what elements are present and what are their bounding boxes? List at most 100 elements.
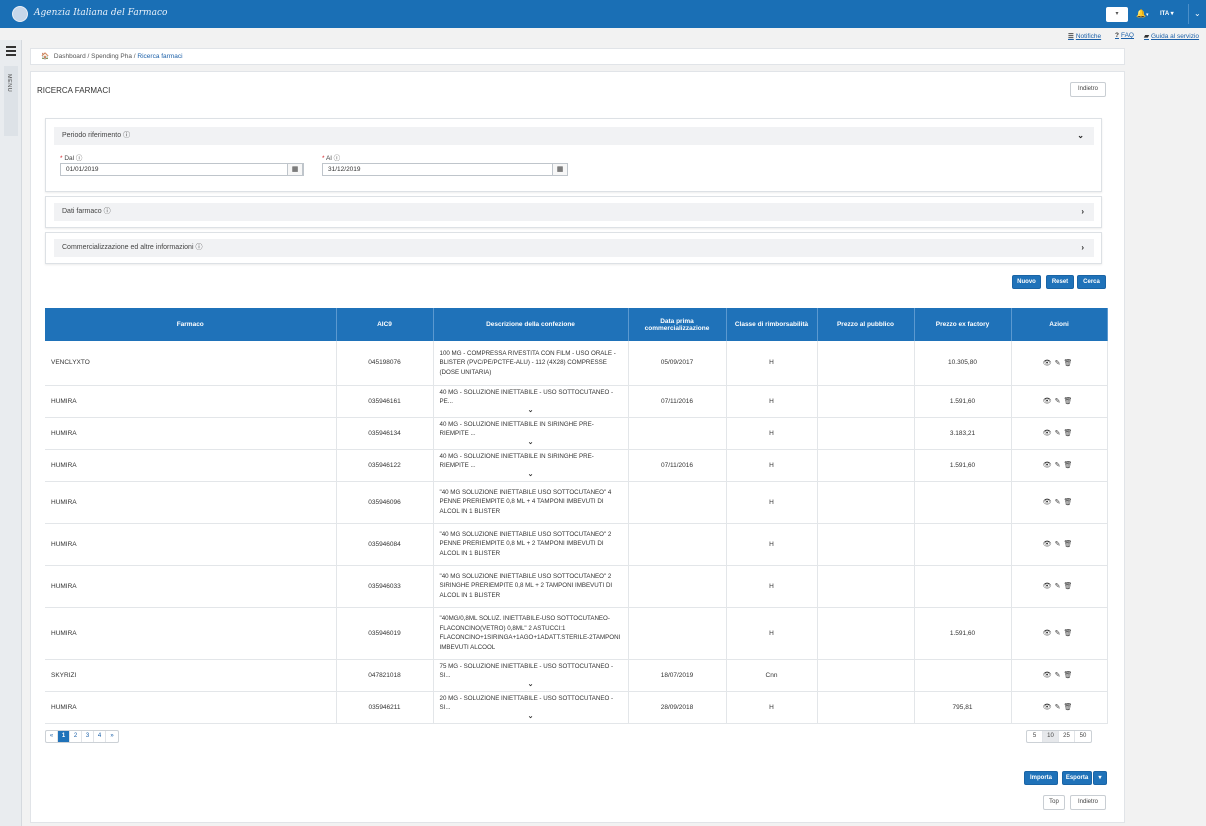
notification-bell-icon[interactable]: 🔔▾ bbox=[1136, 9, 1148, 18]
chevron-right-icon[interactable]: › bbox=[1081, 239, 1084, 257]
table-row: HUMIRA 035946134 40 MG - SOLUZIONE INIET… bbox=[45, 417, 1108, 450]
cell-data: 05/09/2017 bbox=[628, 341, 727, 386]
commercializzazione-header[interactable]: Commercializzazione ed altre informazion… bbox=[54, 239, 1094, 257]
expand-chevron-icon[interactable]: ⌄ bbox=[440, 439, 622, 447]
table-row: HUMIRA 035946019 "40MG/0,8ML SOLUZ. INIE… bbox=[45, 607, 1108, 660]
cell-aic9: 035946019 bbox=[336, 607, 434, 660]
expand-chevron-icon[interactable]: ⌄ bbox=[440, 681, 622, 689]
importa-button[interactable]: Importa bbox=[1024, 771, 1058, 785]
pager-page-3[interactable]: 3 bbox=[82, 731, 94, 742]
calendar-icon[interactable]: ▦ bbox=[287, 163, 303, 176]
language-selector[interactable]: ITA ▾ bbox=[1160, 10, 1174, 17]
nuovo-button[interactable]: Nuovo bbox=[1012, 275, 1041, 289]
dal-date-input[interactable]: 01/01/2019 bbox=[60, 163, 304, 176]
view-icon[interactable]: 👁 bbox=[1043, 583, 1055, 590]
question-icon: ? bbox=[1115, 32, 1119, 39]
view-icon[interactable]: 👁 bbox=[1043, 630, 1055, 637]
cell-farmaco: HUMIRA bbox=[45, 691, 337, 724]
cell-classe: H bbox=[726, 523, 818, 566]
view-icon[interactable]: 👁 bbox=[1043, 704, 1055, 711]
cell-aic9: 035946134 bbox=[336, 417, 434, 450]
view-icon[interactable]: 👁 bbox=[1043, 672, 1055, 679]
col-data[interactable]: Data prima commercializzazione bbox=[628, 308, 727, 341]
chevron-right-icon[interactable]: › bbox=[1081, 203, 1084, 221]
chevron-down-icon[interactable]: ⌄ bbox=[1194, 9, 1201, 18]
page-size-5[interactable]: 5 bbox=[1027, 731, 1043, 742]
col-descrizione[interactable]: Descrizione della confezione bbox=[433, 308, 629, 341]
reset-button[interactable]: Reset bbox=[1046, 275, 1074, 289]
indietro-bottom-button[interactable]: Indietro bbox=[1070, 795, 1106, 810]
table-row: VENCLYXTO 045198076 100 MG - COMPRESSA R… bbox=[45, 341, 1108, 386]
cell-pubblico bbox=[817, 659, 915, 692]
cell-pubblico bbox=[817, 481, 915, 524]
page-size-25[interactable]: 25 bbox=[1059, 731, 1075, 742]
logo-text: Agenzia Italiana del Farmaco bbox=[34, 8, 168, 18]
cell-desc: "40MG/0,8ML SOLUZ. INIETTABILE-USO SOTTO… bbox=[433, 607, 629, 660]
esporta-button[interactable]: Esporta bbox=[1062, 771, 1092, 785]
delete-icon[interactable]: 🗑 bbox=[1063, 499, 1075, 506]
cell-pubblico bbox=[817, 341, 915, 386]
page-size-selector: 5 10 25 50 bbox=[1026, 730, 1092, 743]
notifiche-link[interactable]: ☰ Notifiche bbox=[1068, 32, 1101, 40]
page-size-50[interactable]: 50 bbox=[1075, 731, 1091, 742]
view-icon[interactable]: 👁 bbox=[1043, 430, 1055, 437]
delete-icon[interactable]: 🗑 bbox=[1063, 462, 1075, 469]
pager-page-2[interactable]: 2 bbox=[70, 731, 82, 742]
col-aic9[interactable]: AIC9 bbox=[336, 308, 434, 341]
home-icon[interactable]: 🏠 bbox=[41, 53, 49, 60]
cell-desc: 20 MG - SOLUZIONE INIETTABILE - USO SOTT… bbox=[433, 691, 629, 724]
expand-chevron-icon[interactable]: ⌄ bbox=[440, 713, 622, 721]
cell-pubblico bbox=[817, 523, 915, 566]
delete-icon[interactable]: 🗑 bbox=[1063, 398, 1075, 405]
delete-icon[interactable]: 🗑 bbox=[1063, 583, 1075, 590]
guida-link[interactable]: ▰ Guida al servizio bbox=[1144, 32, 1199, 40]
view-icon[interactable]: 👁 bbox=[1043, 541, 1055, 548]
cell-data bbox=[628, 481, 727, 524]
cell-ex-factory bbox=[914, 481, 1012, 524]
cell-ex-factory bbox=[914, 565, 1012, 608]
delete-icon[interactable]: 🗑 bbox=[1063, 630, 1075, 637]
view-icon[interactable]: 👁 bbox=[1043, 398, 1055, 405]
delete-icon[interactable]: 🗑 bbox=[1063, 704, 1075, 711]
cell-aic9: 035946084 bbox=[336, 523, 434, 566]
al-date-input[interactable]: 31/12/2019 bbox=[322, 163, 566, 176]
cell-actions: 👁✎🗑 bbox=[1011, 481, 1108, 524]
pager-prev[interactable]: « bbox=[46, 731, 58, 742]
col-classe[interactable]: Classe di rimborsabilità bbox=[726, 308, 818, 341]
col-farmaco[interactable]: Farmaco bbox=[45, 308, 337, 341]
esporta-caret-icon[interactable]: ▾ bbox=[1093, 771, 1107, 785]
menu-toggle[interactable]: MENU bbox=[4, 66, 18, 136]
pager-page-1[interactable]: 1 bbox=[58, 731, 70, 742]
expand-chevron-icon[interactable]: ⌄ bbox=[440, 407, 622, 415]
user-dropdown-button[interactable]: ▾ bbox=[1106, 7, 1128, 22]
pager-page-4[interactable]: 4 bbox=[94, 731, 106, 742]
col-prezzo-pubblico[interactable]: Prezzo al pubblico bbox=[817, 308, 915, 341]
expand-chevron-icon[interactable]: ⌄ bbox=[440, 471, 622, 479]
view-icon[interactable]: 👁 bbox=[1043, 360, 1055, 367]
faq-link[interactable]: ? FAQ bbox=[1115, 32, 1134, 39]
cell-actions: 👁✎🗑 bbox=[1011, 607, 1108, 660]
view-icon[interactable]: 👁 bbox=[1043, 499, 1055, 506]
cell-farmaco: HUMIRA bbox=[45, 481, 337, 524]
breadcrumb-spending[interactable]: Spending Pha bbox=[91, 53, 132, 60]
delete-icon[interactable]: 🗑 bbox=[1063, 541, 1075, 548]
breadcrumb-current: Ricerca farmaci bbox=[137, 53, 183, 60]
view-icon[interactable]: 👁 bbox=[1043, 462, 1055, 469]
dati-farmaco-header[interactable]: Dati farmaco ⓘ › bbox=[54, 203, 1094, 221]
indietro-top-button[interactable]: Indietro bbox=[1070, 82, 1106, 97]
col-prezzo-ex-factory[interactable]: Prezzo ex factory bbox=[914, 308, 1012, 341]
delete-icon[interactable]: 🗑 bbox=[1063, 360, 1075, 367]
top-button[interactable]: Top bbox=[1043, 795, 1065, 810]
pager-next[interactable]: » bbox=[106, 731, 118, 742]
delete-icon[interactable]: 🗑 bbox=[1063, 672, 1075, 679]
breadcrumb-dashboard[interactable]: Dashboard bbox=[54, 53, 86, 60]
periodo-header[interactable]: Periodo riferimento ⓘ ⌄ bbox=[54, 127, 1094, 145]
calendar-icon[interactable]: ▦ bbox=[552, 163, 568, 176]
chevron-down-icon[interactable]: ⌄ bbox=[1077, 127, 1084, 145]
cerca-button[interactable]: Cerca bbox=[1077, 275, 1106, 289]
main-panel: RICERCA FARMACI Indietro Periodo riferim… bbox=[30, 71, 1125, 823]
delete-icon[interactable]: 🗑 bbox=[1063, 430, 1075, 437]
hamburger-menu-icon[interactable] bbox=[6, 46, 16, 58]
cell-farmaco: HUMIRA bbox=[45, 449, 337, 482]
page-size-10[interactable]: 10 bbox=[1043, 731, 1059, 742]
